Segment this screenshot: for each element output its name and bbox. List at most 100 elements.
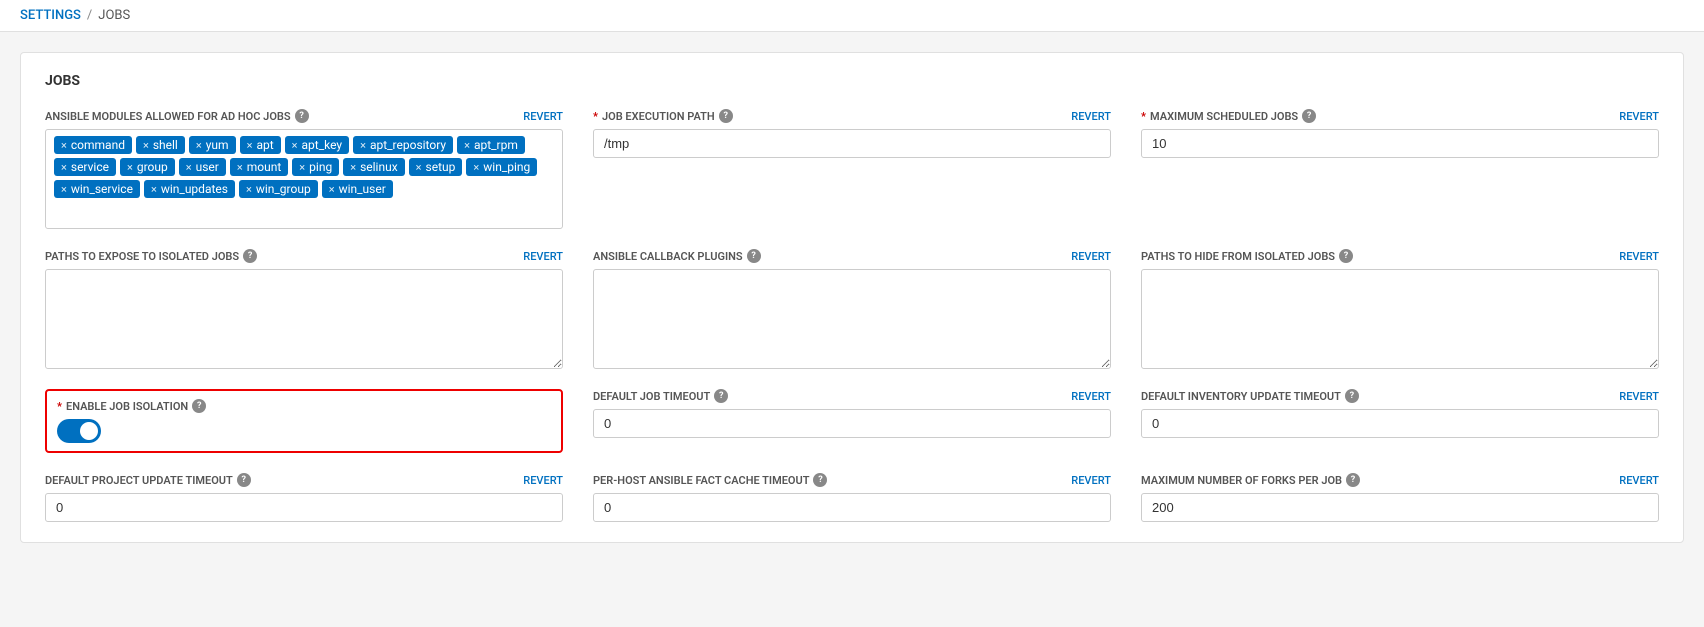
default-project-update-timeout-input[interactable] (45, 493, 563, 522)
tag-remove-icon[interactable]: × (61, 183, 67, 196)
default-project-update-timeout-help-icon[interactable]: ? (237, 473, 251, 487)
paths-expose-revert[interactable]: REVERT (523, 250, 563, 263)
tag-label: apt_key (302, 138, 343, 152)
default-inventory-update-timeout-label: DEFAULT INVENTORY UPDATE TIMEOUT ? (1141, 389, 1359, 403)
job-execution-path-input[interactable] (593, 129, 1111, 158)
tag-item: × shell (136, 136, 185, 154)
breadcrumb-settings-link[interactable]: SETTINGS (20, 8, 81, 23)
default-inventory-update-timeout-revert[interactable]: REVERT (1619, 390, 1659, 403)
tag-label: shell (153, 138, 178, 152)
maximum-forks-revert[interactable]: REVERT (1619, 474, 1659, 487)
tag-item: ×apt_repository (353, 136, 453, 154)
tag-label: ping (309, 160, 332, 174)
tag-remove-icon[interactable]: × (143, 139, 149, 152)
tag-label: command (71, 138, 125, 152)
paths-hide-label: PATHS TO HIDE FROM ISOLATED JOBS ? (1141, 249, 1353, 263)
ansible-callback-help-icon[interactable]: ? (747, 249, 761, 263)
ansible-callback-textarea[interactable] (593, 269, 1111, 369)
job-execution-path-help-icon[interactable]: ? (719, 109, 733, 123)
tag-remove-icon[interactable]: × (329, 183, 335, 196)
tag-item: × win_user (322, 180, 393, 198)
tag-remove-icon[interactable]: × (350, 161, 356, 174)
default-job-timeout-help-icon[interactable]: ? (714, 389, 728, 403)
tag-item: × ping (292, 158, 339, 176)
per-host-fact-cache-timeout-header: PER-HOST ANSIBLE FACT CACHE TIMEOUT ? RE… (593, 473, 1111, 487)
tag-item: × apt_rpm (457, 136, 525, 154)
maximum-forks-header: MAXIMUM NUMBER OF FORKS PER JOB ? REVERT (1141, 473, 1659, 487)
enable-job-isolation-label: * ENABLE JOB ISOLATION ? (57, 399, 206, 413)
paths-expose-help-icon[interactable]: ? (243, 249, 257, 263)
tag-remove-icon[interactable]: × (61, 161, 67, 174)
enable-job-isolation-required: * (57, 400, 62, 413)
tag-remove-icon[interactable]: × (61, 139, 67, 152)
tag-remove-icon[interactable]: × (360, 139, 366, 152)
default-inventory-update-timeout-help-icon[interactable]: ? (1345, 389, 1359, 403)
settings-grid: ANSIBLE MODULES ALLOWED FOR AD HOC JOBS … (45, 109, 1659, 522)
default-job-timeout-revert[interactable]: REVERT (1071, 390, 1111, 403)
job-execution-path-revert[interactable]: REVERT (1071, 110, 1111, 123)
per-host-fact-cache-timeout-revert[interactable]: REVERT (1071, 474, 1111, 487)
default-project-update-timeout-revert[interactable]: REVERT (523, 474, 563, 487)
tag-label: win_ping (483, 160, 530, 174)
per-host-fact-cache-timeout-input[interactable] (593, 493, 1111, 522)
enable-job-isolation-highlight: * ENABLE JOB ISOLATION ? (45, 389, 563, 453)
breadcrumb-separator: / (87, 8, 92, 23)
ansible-modules-tags-container[interactable]: ×command×shell×yum×apt×apt_key×apt_repos… (45, 129, 563, 229)
ansible-modules-help-icon[interactable]: ? (295, 109, 309, 123)
tag-remove-icon[interactable]: × (247, 139, 253, 152)
tag-label: apt_rpm (474, 138, 518, 152)
default-job-timeout-field: DEFAULT JOB TIMEOUT ? REVERT (593, 389, 1111, 453)
paths-hide-field: PATHS TO HIDE FROM ISOLATED JOBS ? REVER… (1141, 249, 1659, 369)
tag-remove-icon[interactable]: × (127, 161, 133, 174)
paths-expose-header: PATHS TO EXPOSE TO ISOLATED JOBS ? REVER… (45, 249, 563, 263)
per-host-fact-cache-timeout-field: PER-HOST ANSIBLE FACT CACHE TIMEOUT ? RE… (593, 473, 1111, 522)
per-host-fact-cache-timeout-help-icon[interactable]: ? (813, 473, 827, 487)
max-scheduled-jobs-input[interactable] (1141, 129, 1659, 158)
paths-hide-revert[interactable]: REVERT (1619, 250, 1659, 263)
tag-label: win_updates (161, 182, 228, 196)
paths-expose-textarea[interactable] (45, 269, 563, 369)
tag-remove-icon[interactable]: × (186, 161, 192, 174)
ansible-callback-field: ANSIBLE CALLBACK PLUGINS ? REVERT (593, 249, 1111, 369)
maximum-forks-help-icon[interactable]: ? (1346, 473, 1360, 487)
paths-hide-textarea[interactable] (1141, 269, 1659, 369)
tag-remove-icon[interactable]: × (473, 161, 479, 174)
default-inventory-update-timeout-input[interactable] (1141, 409, 1659, 438)
ansible-callback-revert[interactable]: REVERT (1071, 250, 1111, 263)
enable-job-isolation-help-icon[interactable]: ? (192, 399, 206, 413)
tag-item: × mount (230, 158, 288, 176)
paths-hide-help-icon[interactable]: ? (1339, 249, 1353, 263)
max-scheduled-jobs-revert[interactable]: REVERT (1619, 110, 1659, 123)
tag-remove-icon[interactable]: × (246, 183, 252, 196)
ansible-modules-revert[interactable]: REVERT (523, 110, 563, 123)
tag-remove-icon[interactable]: × (151, 183, 157, 196)
tag-item: × win_updates (144, 180, 235, 198)
tag-item: ×user (179, 158, 226, 176)
tag-remove-icon[interactable]: × (237, 161, 243, 174)
paths-expose-label: PATHS TO EXPOSE TO ISOLATED JOBS ? (45, 249, 257, 263)
tag-label: mount (247, 160, 282, 174)
tag-remove-icon[interactable]: × (416, 161, 422, 174)
maximum-forks-input[interactable] (1141, 493, 1659, 522)
paths-hide-header: PATHS TO HIDE FROM ISOLATED JOBS ? REVER… (1141, 249, 1659, 263)
tag-label: setup (426, 160, 456, 174)
default-project-update-timeout-field: DEFAULT PROJECT UPDATE TIMEOUT ? REVERT (45, 473, 563, 522)
default-job-timeout-input[interactable] (593, 409, 1111, 438)
default-inventory-update-timeout-field: DEFAULT INVENTORY UPDATE TIMEOUT ? REVER… (1141, 389, 1659, 453)
tag-label: win_user (339, 182, 386, 196)
enable-job-isolation-toggle[interactable] (57, 419, 101, 443)
jobs-card: JOBS ANSIBLE MODULES ALLOWED FOR AD HOC … (20, 52, 1684, 543)
max-scheduled-jobs-help-icon[interactable]: ? (1302, 109, 1316, 123)
ansible-modules-field: ANSIBLE MODULES ALLOWED FOR AD HOC JOBS … (45, 109, 563, 229)
breadcrumb-bar: SETTINGS / JOBS (0, 0, 1704, 32)
tag-remove-icon[interactable]: × (292, 139, 298, 152)
tag-item: ×win_service (54, 180, 140, 198)
default-job-timeout-label: DEFAULT JOB TIMEOUT ? (593, 389, 728, 403)
enable-job-isolation-header: * ENABLE JOB ISOLATION ? (57, 399, 551, 413)
tag-remove-icon[interactable]: × (299, 161, 305, 174)
tag-remove-icon[interactable]: × (464, 139, 470, 152)
maximum-forks-field: MAXIMUM NUMBER OF FORKS PER JOB ? REVERT (1141, 473, 1659, 522)
tag-remove-icon[interactable]: × (196, 139, 202, 152)
tag-label: yum (206, 138, 229, 152)
tag-label: service (71, 160, 109, 174)
